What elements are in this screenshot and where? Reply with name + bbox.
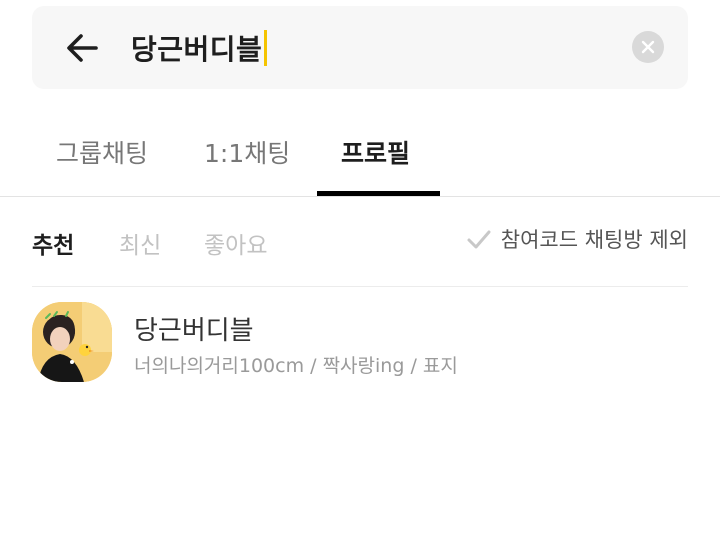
profile-result-item[interactable]: 당근버디블 너의나의거리100cm / 짝사랑ing / 표지 xyxy=(32,302,688,384)
clear-search-button[interactable] xyxy=(632,31,664,63)
search-query-text: 당근버디블 xyxy=(131,33,263,66)
exclude-code-chat-label: 참여코드 채팅방 제외 xyxy=(500,228,688,252)
profile-name: 당근버디블 xyxy=(134,316,254,346)
tab-direct-chat[interactable]: 1:1채팅 xyxy=(204,134,290,170)
profile-description: 너의나의거리100cm / 짝사랑ing / 표지 xyxy=(134,355,458,377)
check-icon xyxy=(467,230,491,249)
filter-divider xyxy=(32,286,688,287)
filter-recommended[interactable]: 추천 xyxy=(32,226,74,260)
back-button[interactable] xyxy=(62,28,102,68)
filter-latest[interactable]: 최신 xyxy=(119,226,161,260)
search-tabs: 그룹채팅 1:1채팅 프로필 xyxy=(0,118,720,198)
search-input[interactable]: 당근버디블 xyxy=(131,26,268,70)
filter-likes[interactable]: 좋아요 xyxy=(204,226,267,260)
search-bar: 당근버디블 xyxy=(32,6,688,89)
profile-photo xyxy=(32,302,112,382)
tab-group-chat[interactable]: 그룹채팅 xyxy=(56,134,148,170)
tab-profile[interactable]: 프로필 xyxy=(341,134,410,170)
text-caret xyxy=(264,30,268,66)
tabs-divider xyxy=(0,196,720,197)
sort-filter-row: 추천 최신 좋아요 참여코드 채팅방 제외 xyxy=(0,220,720,264)
exclude-code-chat-toggle[interactable]: 참여코드 채팅방 제외 xyxy=(465,224,688,254)
close-icon xyxy=(641,40,655,54)
avatar xyxy=(32,302,112,382)
arrow-left-icon xyxy=(67,34,98,62)
